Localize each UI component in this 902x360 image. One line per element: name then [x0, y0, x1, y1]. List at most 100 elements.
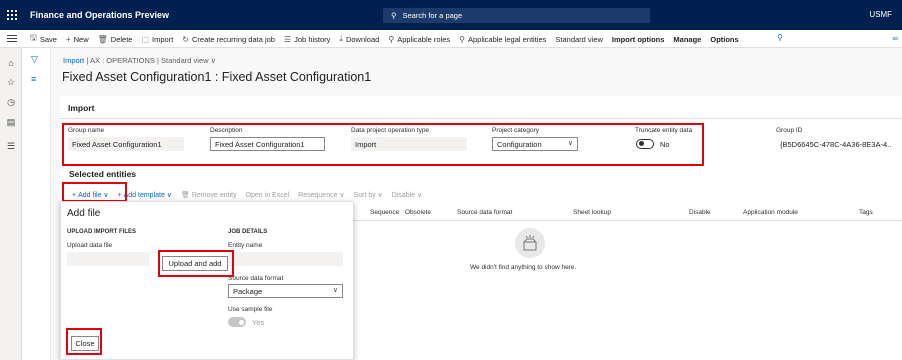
source-format-value: Package [233, 287, 263, 296]
action-label: Save [39, 34, 57, 44]
action-label: Import options [611, 34, 665, 44]
project-category-label: Project category [492, 127, 539, 134]
app-launcher-icon[interactable] [0, 0, 24, 30]
workspaces-icon[interactable]: ▤ [6, 117, 16, 127]
group-id-label: Group ID [776, 127, 803, 134]
search-box[interactable]: ⚲ Search for a page [383, 8, 650, 23]
divider [60, 118, 902, 119]
empty-state-icon [515, 228, 545, 258]
action-label: Create recurring data job [192, 34, 275, 44]
add-file-button[interactable]: + Add file ∨ [72, 191, 109, 200]
toolbar-label: Sort by ∨ [353, 192, 383, 199]
project-category-select[interactable]: Configuration ∨ [492, 137, 578, 151]
breadcrumb-import-link[interactable]: Import [63, 56, 84, 65]
trash-icon: 🗑 [97, 34, 108, 44]
column-header-obsolete[interactable]: Obsolete [405, 209, 431, 216]
left-navigation: ⌂ ☆ ◷ ▤ ☰ [0, 48, 22, 360]
toolbar-label: Add template ∨ [123, 192, 172, 199]
action-label: Manage [673, 34, 702, 44]
trash-icon: 🗑 [180, 192, 190, 199]
toolbar-label: Disable ∨ [391, 192, 423, 199]
chevron-down-icon: ∨ [567, 140, 573, 147]
plus-icon: + [65, 34, 71, 44]
menu-icon[interactable] [7, 35, 17, 44]
action-label: Job history [294, 34, 331, 44]
truncate-label: Truncate entity data [635, 127, 693, 134]
top-navigation-bar: Finance and Operations Preview ⚲ Search … [0, 0, 902, 30]
modules-icon[interactable]: ☰ [6, 141, 16, 151]
toolbar-label: Open in Excel [245, 191, 290, 199]
action-list: 🖫 Save + New 🗑 Delete ⬚ Import ↻ Create recurring… [30, 30, 748, 48]
list-icon[interactable]: ≡ [31, 74, 36, 84]
view-selector[interactable]: Standard view ∨ [161, 56, 216, 65]
action-label: Import [152, 34, 174, 44]
action-label: Standard view [555, 34, 603, 44]
upload-section-header: UPLOAD IMPORT FILES [67, 229, 136, 235]
history-icon: ☰ [283, 34, 292, 44]
column-header-sequence[interactable]: Sequence [370, 209, 399, 216]
action-manage-button[interactable]: Manage [673, 35, 701, 44]
entities-toolbar: + Add file ∨ + Add template ∨ 🗑 Remove entity… [72, 189, 431, 201]
plus-icon: + [117, 191, 122, 199]
column-header-application-module[interactable]: Application module [743, 209, 798, 216]
column-header-tags[interactable]: Tags [859, 209, 873, 216]
action-options-button[interactable]: Options [710, 35, 738, 44]
entity-name-field[interactable] [228, 252, 343, 266]
use-sample-file-value: Yes [252, 318, 265, 327]
app-title: Finance and Operations Preview [30, 10, 170, 20]
action-import-button[interactable]: ⬚ Import [141, 35, 173, 44]
selected-entities-title[interactable]: Selected entities [69, 169, 136, 179]
close-button[interactable]: Close [71, 336, 99, 351]
remove-entity-button: 🗑 Remove entity [180, 191, 237, 200]
import-section-title[interactable]: Import [68, 103, 94, 113]
sort-by-button: Sort by ∨ [354, 191, 383, 199]
group-id-field: {B5D6645C-478C-4A36-8E3A-4... [776, 137, 892, 151]
action-save-button[interactable]: 🖫 Save [30, 32, 57, 46]
upload-data-file-label: Upload data file [67, 242, 113, 249]
action-import-options-button[interactable]: Import options [612, 35, 665, 44]
toolbar-label: Resequence ∨ [298, 192, 345, 199]
filter-icon[interactable]: ▽ [31, 54, 38, 65]
page-title: Fixed Asset Configuration1 : Fixed Asset… [62, 70, 372, 84]
toolbar-label: Remove entity [191, 191, 237, 199]
action-create-recurring-data-job-button[interactable]: ↻ Create recurring data job [182, 35, 275, 44]
action-label: Delete [110, 34, 133, 44]
action-download-button[interactable]: ⤓ Download [339, 34, 379, 44]
source-format-select[interactable]: Package ∨ [228, 284, 343, 298]
chevron-down-icon: ∨ [332, 287, 338, 294]
company-selector[interactable]: USMF [869, 10, 892, 19]
expand-icon[interactable]: ∞ [892, 34, 898, 43]
action-new-button[interactable]: + New [66, 35, 89, 44]
search-icon: ⚲ [391, 11, 397, 20]
open-in-excel-button: Open in Excel [246, 192, 290, 199]
column-header-disable[interactable]: Disable [689, 209, 711, 216]
action-applicable-legal-entities-button[interactable]: ⚲ Applicable legal entities [459, 35, 546, 44]
recent-icon[interactable]: ◷ [6, 97, 16, 107]
column-header-sheet-lookup[interactable]: Sheet lookup [573, 209, 611, 216]
action-delete-button[interactable]: 🗑 Delete [98, 35, 133, 44]
entities-icon: ⚲ [459, 34, 465, 44]
recurring-icon: ↻ [182, 34, 189, 44]
main-content: Import | AX : OPERATIONS | Standard view… [52, 48, 902, 360]
action-pane: 🖫 Save + New 🗑 Delete ⬚ Import ↻ Create recurring… [0, 30, 902, 48]
upload-and-add-button[interactable]: Upload and add [162, 256, 228, 271]
action-label: New [73, 34, 89, 44]
column-header-source-format[interactable]: Source data format [457, 209, 512, 216]
group-name-field: Fixed Asset Configuration1 [68, 137, 184, 151]
source-format-label: Source data format [228, 275, 284, 282]
add-template-button[interactable]: + Add template ∨ [117, 191, 172, 200]
action-applicable-roles-button[interactable]: ⚲ Applicable roles [388, 35, 450, 44]
truncate-toggle[interactable] [636, 139, 654, 149]
search-actions-icon[interactable]: ⚲ [777, 33, 783, 42]
home-icon[interactable]: ⌂ [6, 58, 16, 68]
action-label: Options [710, 34, 739, 44]
favorites-icon[interactable]: ☆ [6, 77, 16, 87]
empty-state-message: We didn't find anything to show here. [470, 264, 577, 271]
entity-name-label: Entity name [228, 242, 263, 249]
action-job-history-button[interactable]: ☰ Job history [284, 35, 330, 44]
operation-type-field: Import [351, 137, 467, 151]
action-standard-view-button[interactable]: Standard view [555, 35, 603, 44]
description-field[interactable]: Fixed Asset Configuration1 [210, 137, 325, 151]
description-label: Description [210, 127, 243, 134]
download-icon: ⤓ [339, 34, 343, 43]
